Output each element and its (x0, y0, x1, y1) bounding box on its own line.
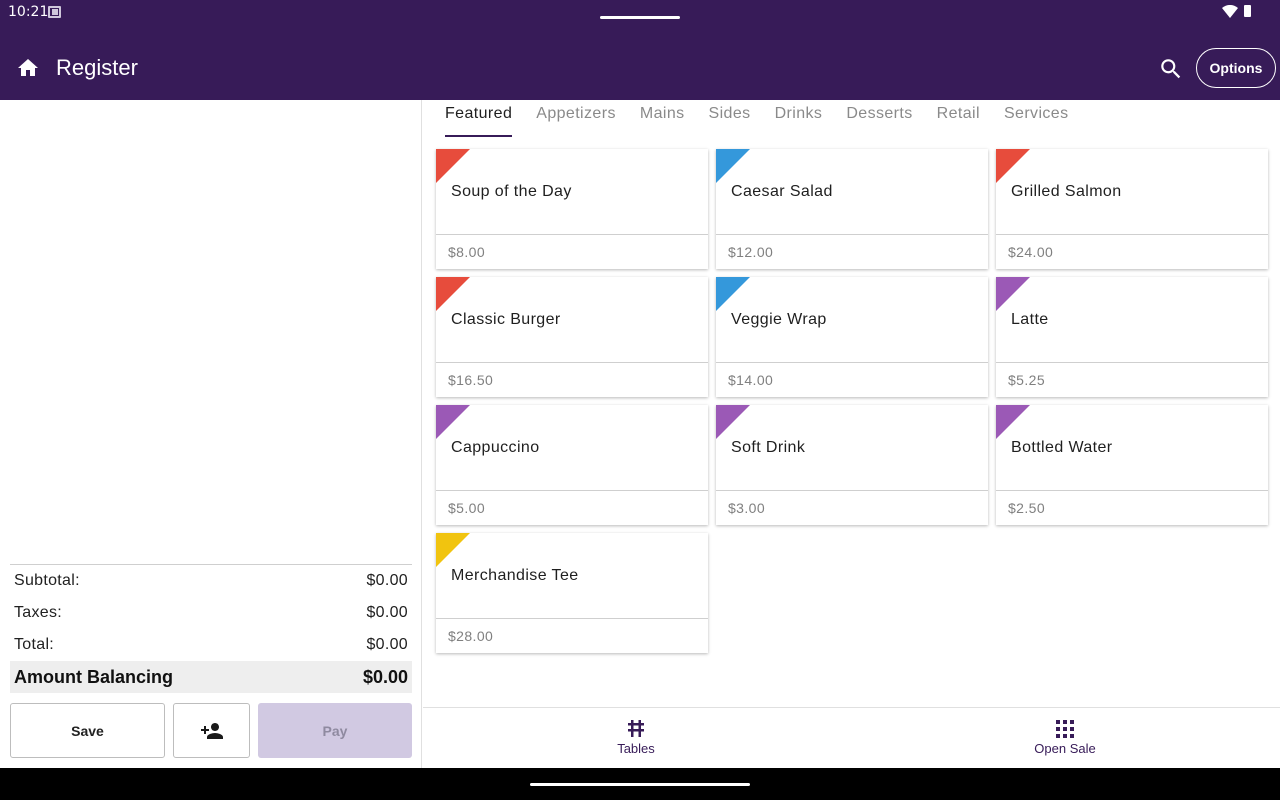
amount-balancing-row: Amount Balancing $0.00 (10, 661, 412, 693)
product-name: Soft Drink (731, 439, 806, 456)
total-value: $0.00 (366, 636, 408, 653)
product-price: $5.00 (436, 490, 708, 525)
nav-open-sale[interactable]: Open Sale (965, 708, 1165, 769)
home-gesture-handle[interactable] (530, 783, 750, 786)
category-color-marker (716, 277, 750, 311)
app-bar: Register Options (0, 30, 1280, 100)
amount-balancing-label: Amount Balancing (14, 666, 174, 687)
tab-services[interactable]: Services (1004, 100, 1069, 138)
product-price: $28.00 (436, 618, 708, 653)
system-nav-bar (0, 768, 1280, 800)
product-name: Grilled Salmon (1011, 183, 1122, 200)
taxes-label: Taxes: (14, 604, 63, 621)
tab-sides[interactable]: Sides (709, 100, 751, 138)
subtotal-label: Subtotal: (14, 572, 80, 589)
home-icon[interactable] (16, 56, 40, 80)
wifi-icon (1222, 5, 1238, 18)
bottom-nav: Tables Open Sale (423, 707, 1280, 768)
product-name: Soup of the Day (451, 183, 572, 200)
category-color-marker (996, 405, 1030, 439)
pay-button[interactable]: Pay (258, 703, 412, 758)
product-price: $24.00 (996, 234, 1268, 269)
status-time: 10:21 (8, 4, 49, 20)
product-tile[interactable]: Classic Burger $16.50 (436, 277, 708, 397)
nav-tables-label: Tables (617, 741, 655, 756)
category-color-marker (436, 533, 470, 567)
tab-appetizers[interactable]: Appetizers (536, 100, 616, 138)
product-name: Latte (1011, 311, 1049, 328)
category-color-marker (436, 149, 470, 183)
product-price: $5.25 (996, 362, 1268, 397)
tab-retail[interactable]: Retail (937, 100, 980, 138)
category-color-marker (436, 405, 470, 439)
add-customer-icon (200, 722, 223, 739)
product-name: Classic Burger (451, 311, 561, 328)
category-tabs: Featured Appetizers Mains Sides Drinks D… (423, 100, 1280, 138)
category-color-marker (716, 149, 750, 183)
product-tile[interactable]: Latte $5.25 (996, 277, 1268, 397)
product-tile[interactable]: Merchandise Tee $28.00 (436, 533, 708, 653)
tab-drinks[interactable]: Drinks (775, 100, 823, 138)
order-panel: Subtotal: $0.00 Taxes: $0.00 Total: $0.0… (0, 100, 422, 768)
total-label: Total: (14, 636, 55, 653)
page-title: Register (56, 55, 138, 80)
category-color-marker (996, 277, 1030, 311)
product-name: Bottled Water (1011, 439, 1113, 456)
product-tile[interactable]: Soup of the Day $8.00 (436, 149, 708, 269)
tab-mains[interactable]: Mains (640, 100, 685, 138)
product-price: $12.00 (716, 234, 988, 269)
category-color-marker (716, 405, 750, 439)
product-price: $16.50 (436, 362, 708, 397)
battery-icon (1244, 5, 1251, 17)
taxes-row: Taxes: $0.00 (10, 597, 412, 629)
status-bar: 10:21 (0, 0, 1280, 30)
product-name: Cappuccino (451, 439, 540, 456)
product-tile[interactable]: Caesar Salad $12.00 (716, 149, 988, 269)
product-price: $14.00 (716, 362, 988, 397)
product-price: $8.00 (436, 234, 708, 269)
gesture-handle (600, 16, 680, 19)
category-color-marker (436, 277, 470, 311)
product-name: Merchandise Tee (451, 567, 579, 584)
subtotal-row: Subtotal: $0.00 (10, 565, 412, 597)
options-button[interactable]: Options (1196, 48, 1276, 88)
save-button[interactable]: Save (10, 703, 165, 758)
product-tile[interactable]: Bottled Water $2.50 (996, 405, 1268, 525)
search-icon[interactable] (1158, 56, 1184, 82)
category-color-marker (996, 149, 1030, 183)
product-name: Veggie Wrap (731, 311, 827, 328)
product-price: $2.50 (996, 490, 1268, 525)
product-tile[interactable]: Cappuccino $5.00 (436, 405, 708, 525)
tab-featured[interactable]: Featured (445, 100, 513, 138)
product-price: $3.00 (716, 490, 988, 525)
amount-balancing-value: $0.00 (362, 666, 408, 687)
grid-icon (1056, 720, 1074, 738)
product-tile[interactable]: Veggie Wrap $14.00 (716, 277, 988, 397)
nav-tables[interactable]: Tables (536, 708, 736, 769)
product-name: Caesar Salad (731, 183, 833, 200)
taxes-value: $0.00 (366, 604, 408, 621)
subtotal-value: $0.00 (366, 572, 408, 589)
tables-icon (628, 720, 644, 737)
notification-icon (48, 6, 61, 18)
product-tile[interactable]: Soft Drink $3.00 (716, 405, 988, 525)
add-customer-button[interactable] (173, 703, 250, 758)
total-row: Total: $0.00 (10, 629, 412, 661)
totals-section: Subtotal: $0.00 Taxes: $0.00 Total: $0.0… (10, 564, 412, 693)
product-tile[interactable]: Grilled Salmon $24.00 (996, 149, 1268, 269)
nav-open-sale-label: Open Sale (1034, 741, 1096, 756)
tab-desserts[interactable]: Desserts (846, 100, 912, 138)
